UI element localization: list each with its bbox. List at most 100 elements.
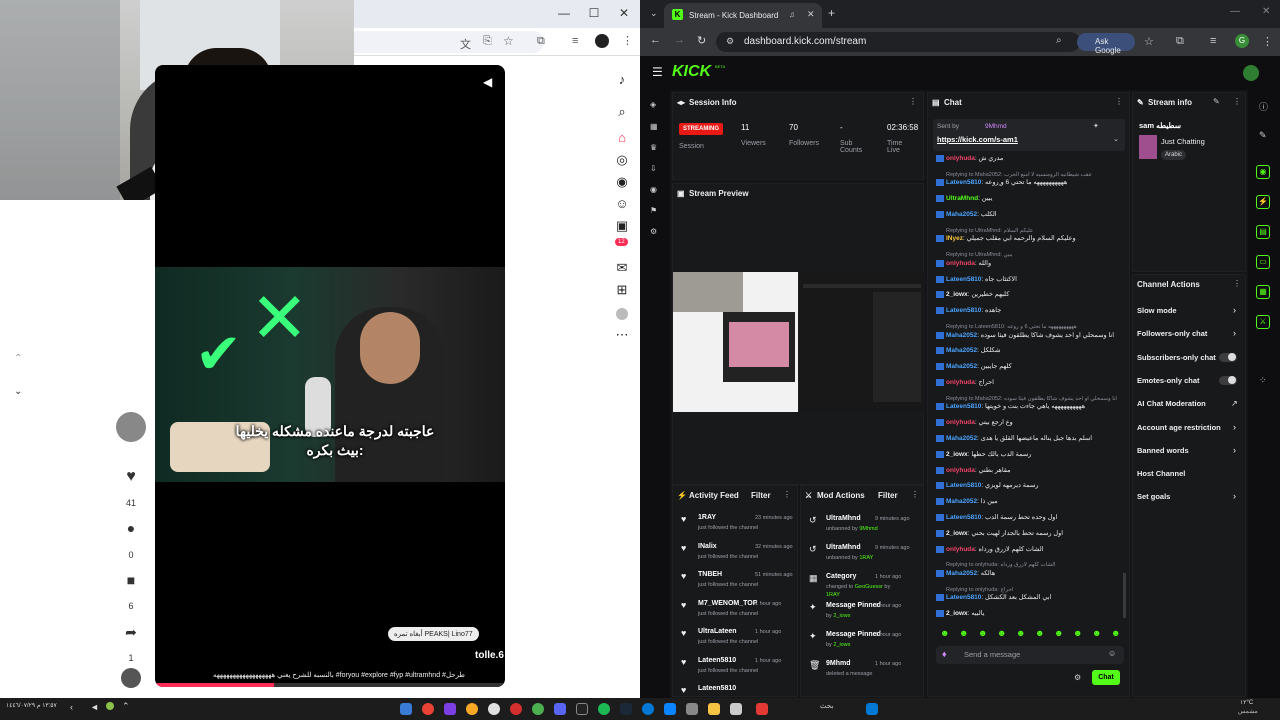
emote-9-icon[interactable]: ☻ [1092,628,1101,638]
emote-7-icon[interactable]: ☻ [1054,628,1063,638]
rail-cam-icon[interactable]: ◉ [650,185,657,194]
chat-username[interactable]: 2_iowx [946,451,968,458]
chat-username[interactable]: Maha2052 [946,498,977,505]
chat-username[interactable]: Lateen5810 [946,514,981,521]
previous-video-icon[interactable]: ⌃ [14,353,22,364]
share-icon[interactable]: ➦ [116,624,146,641]
chat-username[interactable]: Maha2052 [946,435,977,442]
chat-username[interactable]: 2_iowx [946,610,968,617]
media-icon[interactable]: ≡ [572,35,578,47]
browser-menu-icon[interactable]: ⋮ [1262,35,1273,48]
pin-icon[interactable]: ✦ [1093,122,1099,130]
edge-icon[interactable] [642,703,654,715]
activity-item[interactable]: ♥ 1RAY 23 minutes ago just followed the cha… [673,510,799,538]
activity-item[interactable]: ♥ UltraLateen 1 hour ago just followed the … [673,624,799,652]
explore-icon[interactable]: ◎ [612,152,632,168]
chevron-right-icon[interactable]: › [1233,491,1236,501]
chat-message[interactable]: 2_iowx: اول رسمه تحط بالجدار لهيت بحني [936,529,1122,538]
category-name[interactable]: Just Chatting [1161,137,1205,146]
extensions-icon[interactable]: ⧉ [537,35,545,48]
chat-username[interactable]: Lateen5810 [946,180,981,187]
pinned-message[interactable]: Sent by 9Mhmd ✦ https://kick.com/s-am1 ⌄ [933,119,1125,151]
pinned-link[interactable]: https://kick.com/s-am1 [937,135,1018,144]
mod-menu-icon[interactable]: ⋮ [911,490,919,499]
channel-action-item[interactable]: AI Chat Moderation ↗ [1133,399,1247,417]
store-icon[interactable] [664,703,676,715]
chat-username[interactable]: onlyhuda [946,155,975,162]
taskbar-app-dot-icon[interactable] [106,702,114,710]
channel-action-item[interactable]: Host Channel [1133,469,1247,487]
emote-10-icon[interactable]: ☻ [1111,628,1120,638]
rail-more-icon[interactable]: ⁘ [1259,375,1267,386]
weather-temp[interactable]: ١٢°C [1240,699,1253,706]
profile-icon[interactable] [616,308,628,320]
mod-action-item[interactable]: ↺ UltraMhnd 9 minutes ago unbanned by 9Mhmd [801,510,925,538]
emote-6-icon[interactable]: ☻ [1035,628,1044,638]
rail-layout-icon[interactable]: ▦ [1256,285,1270,299]
chat-username[interactable]: Lateen5810 [946,595,981,602]
maximize-button[interactable]: ☐ [584,6,604,20]
url-text[interactable]: dashboard.kick.com/stream [744,36,866,47]
search-icon[interactable]: ⌕ [612,104,632,120]
next-video-icon[interactable]: ⌄ [14,386,22,397]
chevron-right-icon[interactable]: › [1233,422,1236,432]
spotify-icon[interactable] [598,703,610,715]
rail-chat-icon[interactable]: ▭ [1256,255,1270,269]
chat-message[interactable]: UltraMhnd: يبين [936,195,1122,203]
minimize-button[interactable]: — [554,6,574,20]
chat-username[interactable]: Lateen5810 [946,483,981,490]
start-icon[interactable] [866,703,878,715]
music-disc-icon[interactable] [121,668,141,688]
emote-1-icon[interactable]: ☻ [940,628,949,638]
channel-action-item[interactable]: Followers-only chat › [1133,328,1247,347]
chat-message[interactable]: Maha2052: شكلكل [936,347,1122,355]
chat-username[interactable]: Lateen5810 [946,307,981,314]
taskbar-app-icon[interactable] [730,703,742,715]
chrome-icon[interactable] [422,703,434,715]
star-icon[interactable]: ☆ [503,34,514,48]
video-sound-badge[interactable]: أبغاه تمره PEAKS| Lino77 [388,627,479,641]
mod-action-by[interactable]: 2_iowx [833,642,850,648]
kick-user-avatar[interactable] [1243,65,1259,81]
menu-icon[interactable]: ⋮ [622,34,633,47]
rail-download-icon[interactable]: ⇩ [650,164,657,173]
chat-username[interactable]: Maha2052 [946,570,977,577]
chat-message[interactable]: Maha2052: اسلم بدها جبل يناله ماعيضها ال… [936,435,1122,443]
rail-doc-icon[interactable]: ▤ [1256,225,1270,239]
chevron-right-icon[interactable]: › [1233,305,1236,315]
rail-mod-icon[interactable]: ⚑ [650,206,657,215]
friends-icon[interactable]: ☺ [612,196,632,211]
new-tab-icon[interactable]: + [828,6,835,20]
more-icon[interactable]: ⋯ [612,327,632,343]
chat-message[interactable]: Lateen5810: الاكتئاب جاه [936,275,1122,284]
translate-icon[interactable]: 文 [460,36,471,52]
taskbar-tray-arrow-icon[interactable]: ‹ [70,702,73,712]
chat-message[interactable]: onlyhuda: احراج [936,379,1122,387]
chat-message[interactable]: Lateen5810: ههههههههههه ياهي جاءت بنت و … [936,403,1122,411]
channel-action-item[interactable]: Subscribers-only chat [1133,352,1247,371]
chat-username[interactable]: Maha2052 [946,332,977,339]
taskbar-app-icon[interactable] [466,703,478,715]
tv-icon[interactable]: ▣ [612,218,632,234]
taskbar-sound-icon[interactable]: ◄ [90,702,99,712]
chat-username[interactable]: Maha2052 [946,363,977,370]
avatar-icon[interactable] [595,34,609,48]
bookmark-icon[interactable]: ■ [116,572,146,588]
url-bar[interactable]: ⚙ dashboard.kick.com/stream ⌕ [716,32,1080,52]
tab-search-icon[interactable]: ⌄ [650,8,658,19]
activity-filter-button[interactable]: Filter [751,491,771,500]
chat-username[interactable]: 2_iowx [946,292,968,299]
stream-preview-video[interactable] [673,272,925,412]
chat-message[interactable]: Maha2052: هالكه [936,570,1122,578]
taskbar-search[interactable]: بحث [820,702,833,710]
mod-action-by[interactable]: 1RAY [859,555,873,561]
chat-message[interactable]: Lateen5810: رسمة ديرمهه لويزي [936,482,1122,490]
obs-icon[interactable] [488,703,500,715]
left-address-bar[interactable] [354,31,544,53]
emoji-picker-icon[interactable]: ☺ [1108,649,1116,658]
chat-scrollbar[interactable] [1123,573,1126,618]
chat-message[interactable]: Maha2052: الكلب [936,211,1122,219]
chat-username[interactable]: Maha2052 [946,211,977,218]
tiktok-logo-icon[interactable]: ♪ [612,72,632,87]
taskbar-app-icon[interactable] [756,703,768,715]
